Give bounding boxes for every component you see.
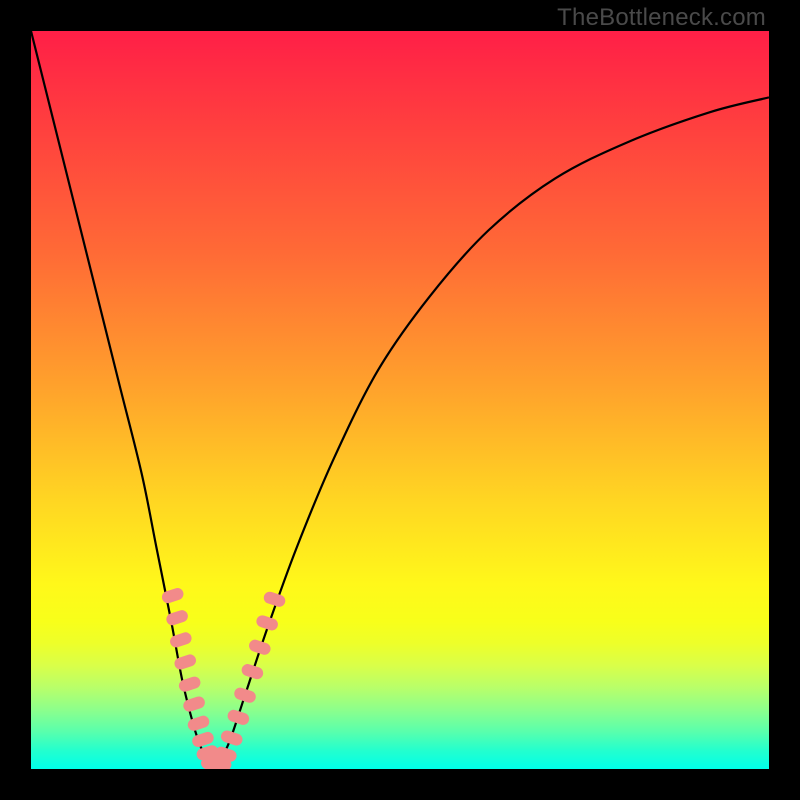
watermark-text: TheBottleneck.com	[557, 4, 766, 32]
plot-area	[31, 31, 769, 769]
bottleneck-curve	[31, 31, 769, 769]
bead-marker	[168, 631, 193, 649]
bead-marker	[240, 662, 265, 680]
curve-line	[31, 31, 769, 769]
bead-marker	[233, 686, 258, 704]
bead-marker	[219, 729, 244, 747]
chart-frame: TheBottleneck.com	[0, 0, 800, 800]
bead-marker	[226, 708, 251, 726]
chart-svg	[31, 31, 769, 769]
bead-marker	[186, 714, 211, 732]
highlight-beads	[160, 586, 286, 769]
